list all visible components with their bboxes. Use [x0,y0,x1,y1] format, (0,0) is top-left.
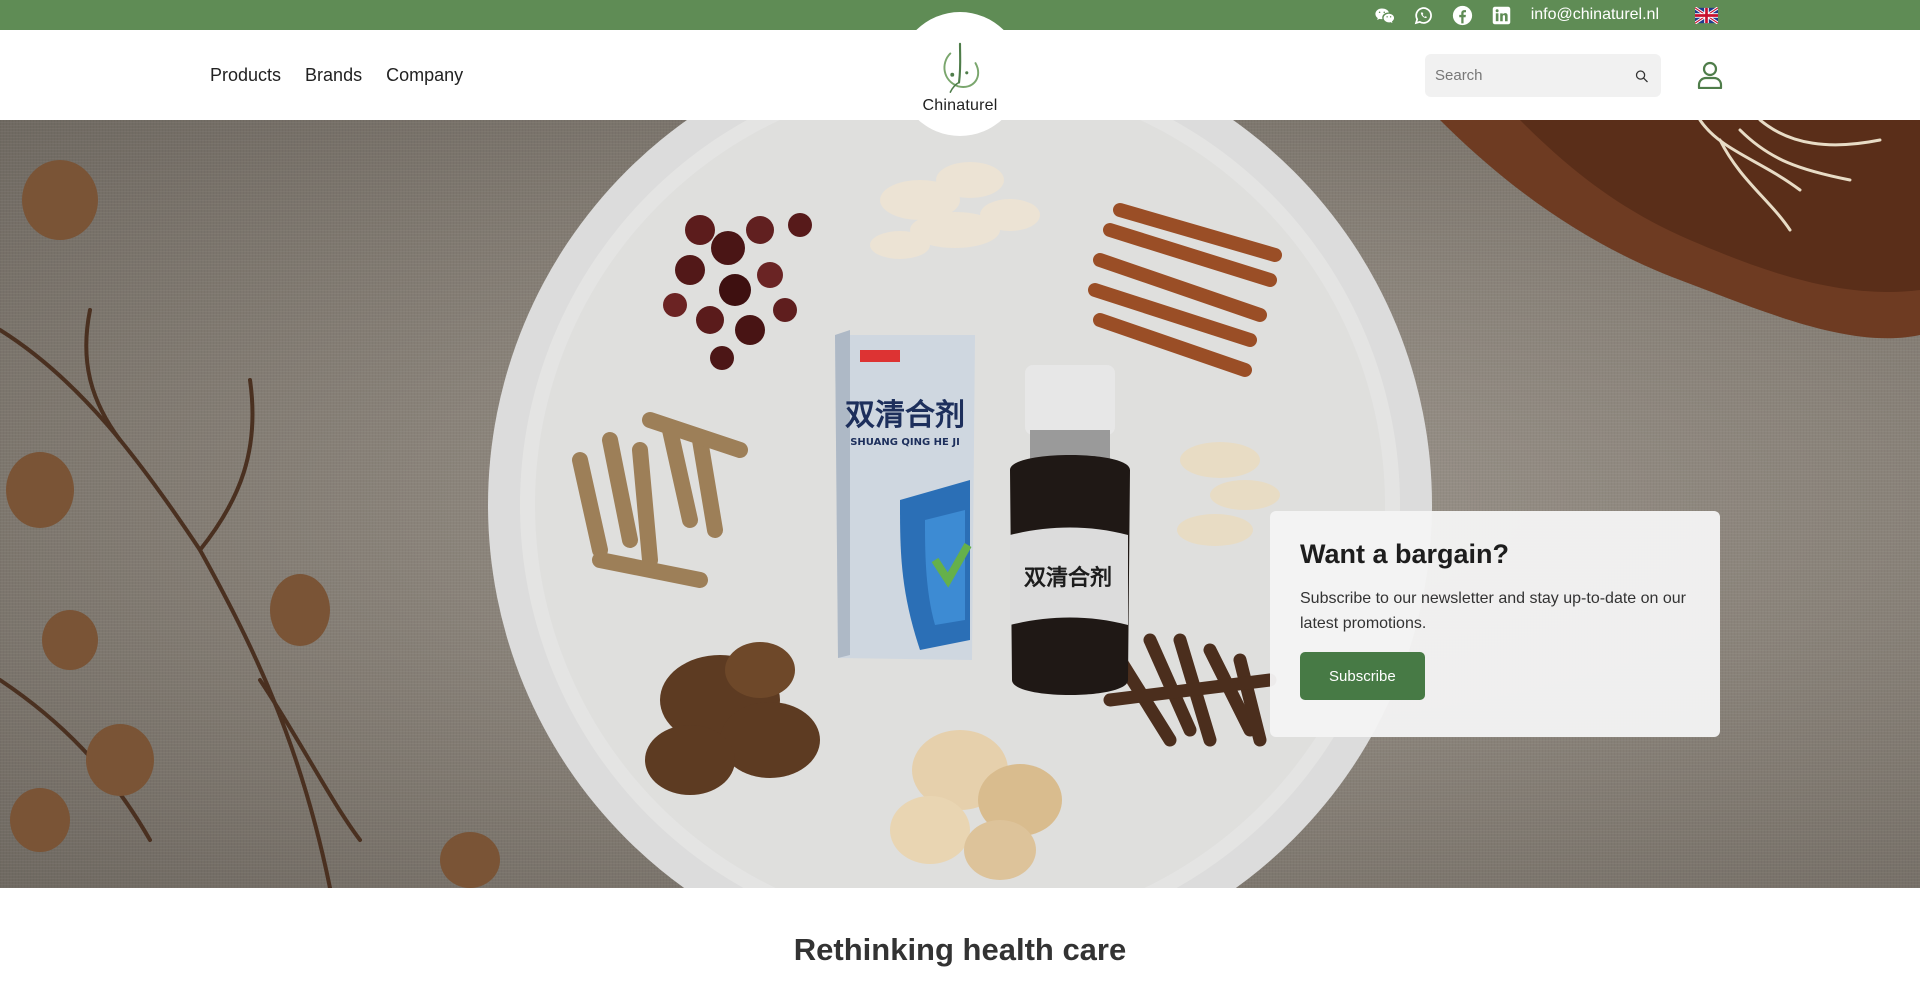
subscribe-button[interactable]: Subscribe [1300,652,1425,700]
user-account-icon[interactable] [1697,61,1723,89]
nav-products[interactable]: Products [210,65,281,86]
medicine-box: 双清合剂 SHUANG QING HE JI [835,330,975,660]
hero-image: 双清合剂 SHUANG QING HE JI 双清合剂 [0,120,1920,888]
logo-text: Chinaturel [922,97,998,114]
search-icon[interactable] [1634,67,1649,85]
top-bar-contacts: info@chinaturel.nl [1357,0,1718,30]
box-chinese-label: 双清合剂 [845,398,965,433]
search-box [1425,54,1661,97]
pine-cones [6,160,500,888]
medicine-bottle: 双清合剂 [1010,365,1130,695]
contact-email-link[interactable]: info@chinaturel.nl [1531,6,1659,24]
main-header: Products Brands Company Chinaturel [0,12,1920,136]
logo-mark-icon [943,42,980,93]
promo-text: Subscribe to our newsletter and stay up-… [1300,590,1686,632]
facebook-icon[interactable] [1452,4,1474,26]
wechat-icon[interactable] [1374,4,1396,26]
section-title: Rethinking health care [793,932,1127,967]
main-nav: Products Brands Company [210,30,487,120]
whatsapp-icon[interactable] [1413,4,1435,26]
linkedin-icon[interactable] [1491,4,1513,26]
hero-banner: 双清合剂 SHUANG QING HE JI 双清合剂 Want a barga… [0,120,1920,888]
bottle-chinese-label: 双清合剂 [1024,565,1112,591]
nav-brands[interactable]: Brands [305,65,362,86]
nav-company[interactable]: Company [386,65,463,86]
site-logo[interactable]: Chinaturel [898,12,1022,136]
promo-title: Want a bargain? [1300,539,1510,569]
search-input[interactable] [1435,67,1634,84]
box-latin-label: SHUANG QING HE JI [850,437,960,448]
uk-flag-icon[interactable] [1695,6,1718,24]
newsletter-promo-card: Want a bargain? Subscribe to our newslet… [1270,511,1720,737]
